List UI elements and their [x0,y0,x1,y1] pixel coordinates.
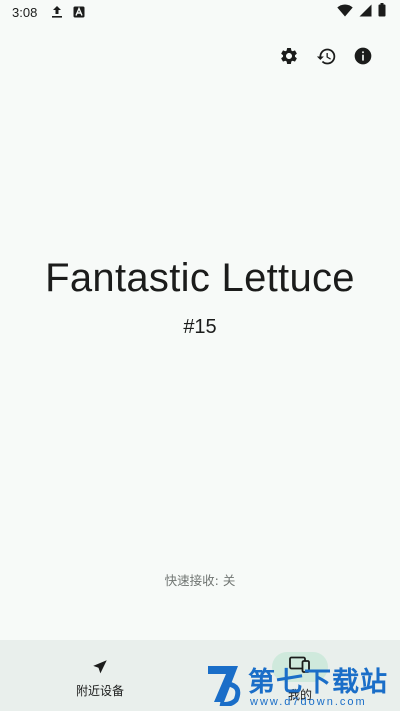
nav-label-mine: 我的 [287,688,312,702]
status-icons-right [337,0,386,24]
a-badge-icon [73,6,85,18]
upload-icon [51,5,63,19]
nav-item-mine[interactable]: 我的 [200,640,400,711]
bottom-navigation: 附近设备 我的 [0,640,400,711]
nav-item-nearby-devices[interactable]: 附近设备 [0,640,200,711]
status-time: 3:08 [12,4,38,20]
top-actions [277,44,375,68]
quick-receive-status[interactable]: 快速接收: 关 [0,570,400,589]
info-icon[interactable] [351,44,375,68]
navigation-arrow-icon [91,656,109,678]
battery-icon [378,3,386,21]
signal-icon [359,4,372,21]
wifi-icon [337,4,353,21]
device-number: #15 [183,316,217,338]
nav-active-indicator [272,652,328,682]
history-icon[interactable] [314,44,338,68]
devices-icon [289,656,311,678]
nav-label-nearby-devices: 附近设备 [75,684,124,698]
status-bar: 3:08 [0,0,400,24]
settings-icon[interactable] [277,44,301,68]
device-name: Fantastic Lettuce [45,256,355,300]
